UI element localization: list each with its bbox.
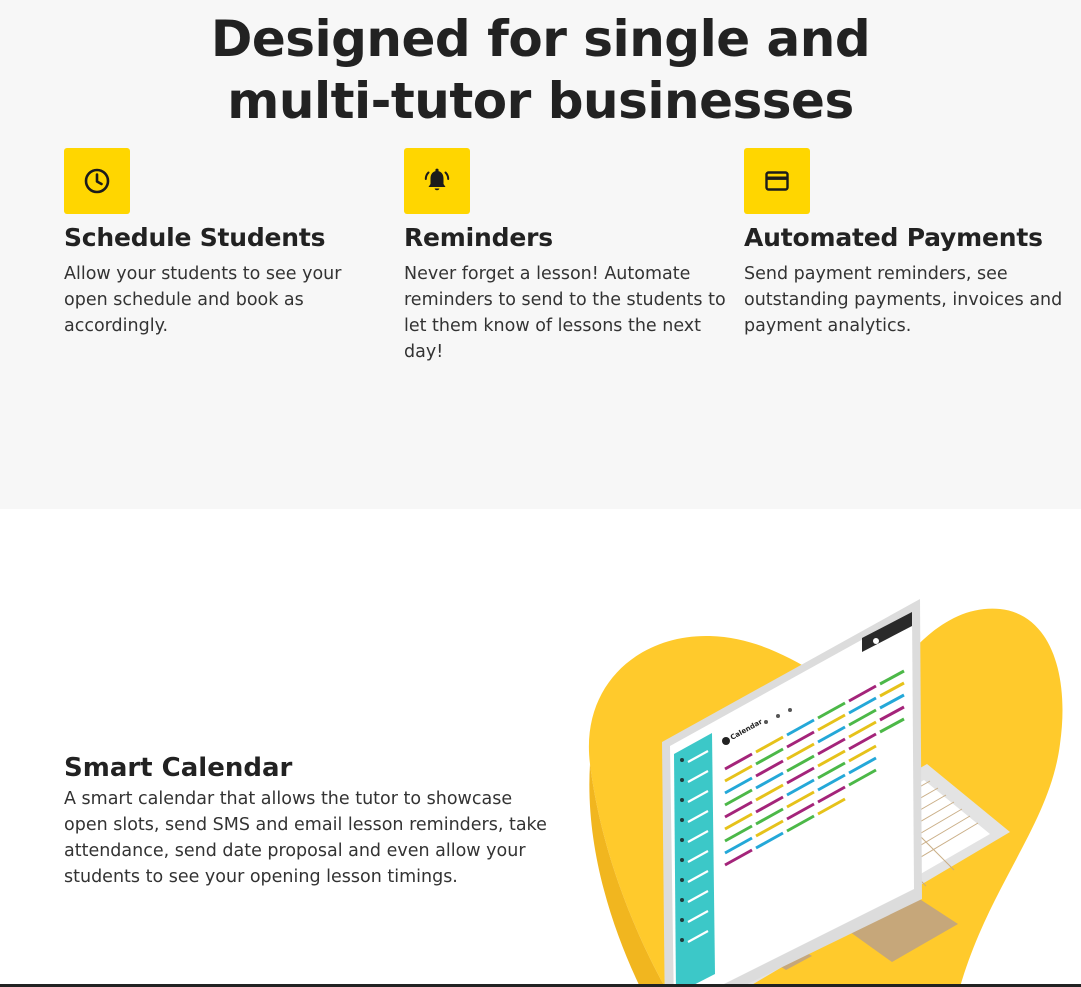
page: Designed for single and multi-tutor busi… <box>0 0 1081 987</box>
calendar-description: A smart calendar that allows the tutor t… <box>64 789 547 887</box>
feature-description: Allow your students to see your open sch… <box>64 264 342 336</box>
feature-title: Reminders <box>404 223 553 252</box>
calendar-title: Smart Calendar <box>64 753 293 783</box>
section-title-line-2: multi-tutor businesses <box>227 72 854 130</box>
section-title: Designed for single and multi-tutor busi… <box>0 8 1081 132</box>
feature-title: Automated Payments <box>744 223 1043 252</box>
laptop-calendar-illustration: Calendar <box>588 599 1063 987</box>
feature-title: Schedule Students <box>64 223 326 252</box>
clock-icon <box>64 148 130 214</box>
section-title-line-1: Designed for single and <box>210 10 871 68</box>
features-section: Designed for single and multi-tutor busi… <box>0 0 1081 509</box>
feature-card-schedule-students: Schedule Students Allow your students to… <box>64 148 394 339</box>
feature-description: Send payment reminders, see outstanding … <box>744 264 1063 336</box>
smart-calendar-section: Smart Calendar A smart calendar that all… <box>0 509 1081 987</box>
feature-description: Never forget a lesson! Automate reminder… <box>404 264 726 362</box>
feature-card-reminders: Reminders Never forget a lesson! Automat… <box>404 148 734 365</box>
credit-card-icon <box>744 148 810 214</box>
bell-icon <box>404 148 470 214</box>
feature-card-automated-payments: Automated Payments Send payment reminder… <box>744 148 1074 339</box>
